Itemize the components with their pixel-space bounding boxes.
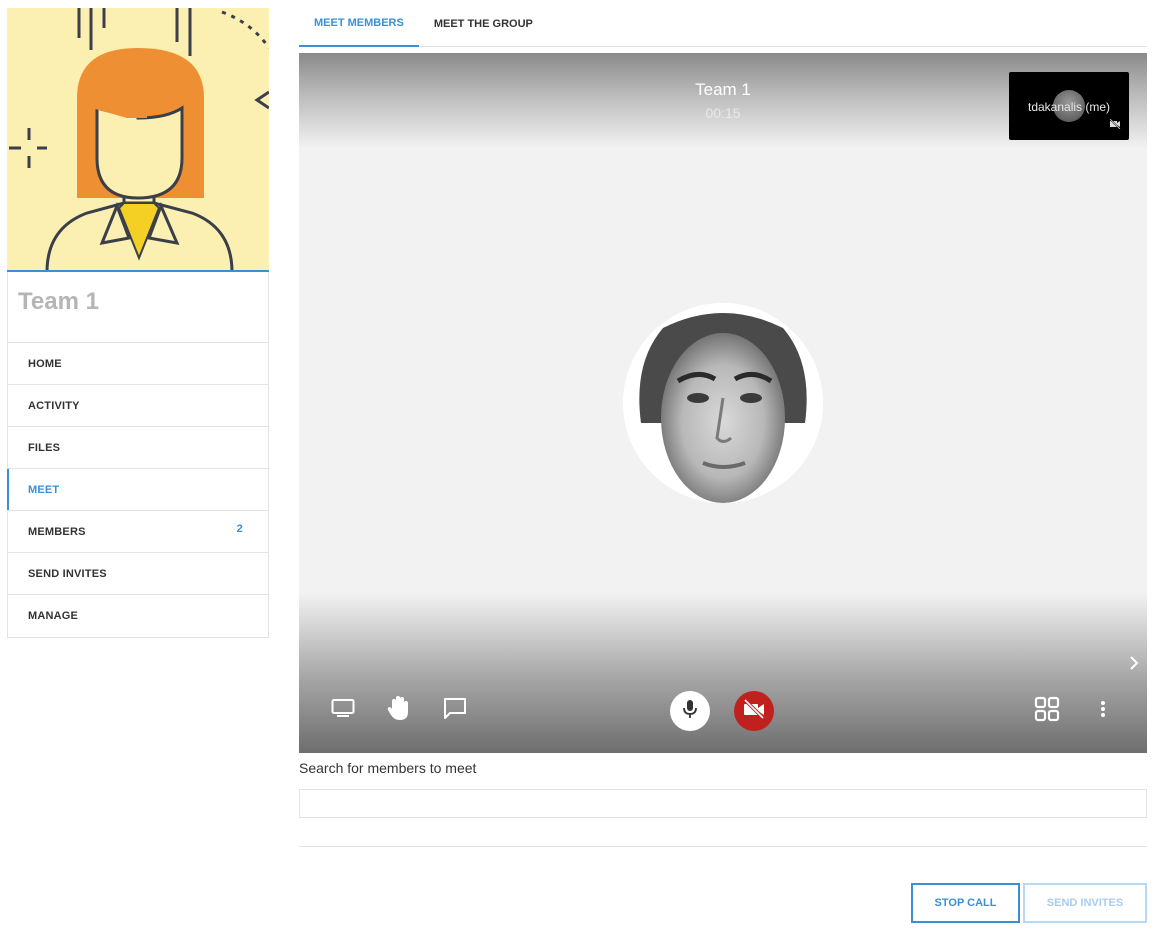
sidebar-item-label: FILES xyxy=(28,441,61,454)
sidebar-item-label: MANAGE xyxy=(28,610,79,622)
sidebar-item-files[interactable]: FILES xyxy=(8,427,268,469)
bottom-overlay xyxy=(299,593,1147,753)
sidebar-item-label: ACTIVITY xyxy=(28,399,80,412)
chat-button[interactable] xyxy=(441,697,469,724)
sidebar-item-label: MEET xyxy=(28,483,60,496)
raise-hand-icon xyxy=(387,695,411,726)
meet-panel: MEET MEMBERS MEET THE GROUP Team 1 00:15… xyxy=(299,0,1147,923)
sidebar-item-meet[interactable]: MEET xyxy=(7,469,268,511)
sidebar-item-send-invites[interactable]: SEND INVITES xyxy=(8,553,268,595)
divider xyxy=(299,846,1147,847)
video-call-area: Team 1 00:15 tdakanalis (me) xyxy=(299,53,1147,753)
more-options-button[interactable] xyxy=(1093,698,1113,724)
sidebar-item-manage[interactable]: MANAGE xyxy=(8,595,268,637)
send-invites-button[interactable]: SEND INVITES xyxy=(1023,883,1147,923)
team-nav: HOME ACTIVITY FILES MEET MEMBERS 2 SEND I… xyxy=(7,343,268,637)
camera-off-icon xyxy=(742,698,766,724)
grid-view-icon xyxy=(1034,696,1060,727)
grid-view-button[interactable] xyxy=(1033,696,1061,727)
camera-off-icon xyxy=(1109,116,1121,134)
chevron-right-icon[interactable] xyxy=(1129,655,1139,676)
sidebar-item-label: MEMBERS xyxy=(28,525,86,538)
participant-avatar xyxy=(623,303,823,503)
microphone-icon xyxy=(682,698,698,725)
search-label: Search for members to meet xyxy=(299,760,477,776)
chat-icon xyxy=(443,697,467,724)
tab-meet-members[interactable]: MEET MEMBERS xyxy=(299,0,419,47)
team-card: Team 1 HOME ACTIVITY FILES MEET MEMBERS 2… xyxy=(7,272,269,638)
tab-meet-the-group[interactable]: MEET THE GROUP xyxy=(419,0,548,47)
self-name-label: tdakanalis (me) xyxy=(1027,100,1111,114)
member-search-input[interactable] xyxy=(299,789,1147,818)
sidebar-item-home[interactable]: HOME xyxy=(8,343,268,385)
microphone-button[interactable] xyxy=(670,691,710,731)
members-count-badge: 2 xyxy=(236,523,243,535)
sidebar-item-members[interactable]: MEMBERS 2 xyxy=(8,511,268,553)
self-video-tile[interactable]: tdakanalis (me) xyxy=(1009,72,1129,140)
stop-call-button[interactable]: STOP CALL xyxy=(911,883,1020,923)
meet-tabs: MEET MEMBERS MEET THE GROUP xyxy=(299,0,1147,47)
avatar-illustration xyxy=(7,8,269,270)
team-name: Team 1 xyxy=(8,272,268,343)
screen-share-button[interactable] xyxy=(329,698,357,722)
sidebar-item-label: HOME xyxy=(28,357,62,370)
sidebar-item-label: SEND INVITES xyxy=(28,567,107,580)
screen-share-icon xyxy=(331,698,355,723)
sidebar-item-activity[interactable]: ACTIVITY xyxy=(8,385,268,427)
team-sidebar: Team 1 HOME ACTIVITY FILES MEET MEMBERS 2… xyxy=(7,8,269,638)
camera-toggle-button[interactable] xyxy=(734,691,774,731)
raise-hand-button[interactable] xyxy=(385,695,413,726)
team-cover-image xyxy=(7,8,269,272)
more-options-icon xyxy=(1100,699,1106,724)
